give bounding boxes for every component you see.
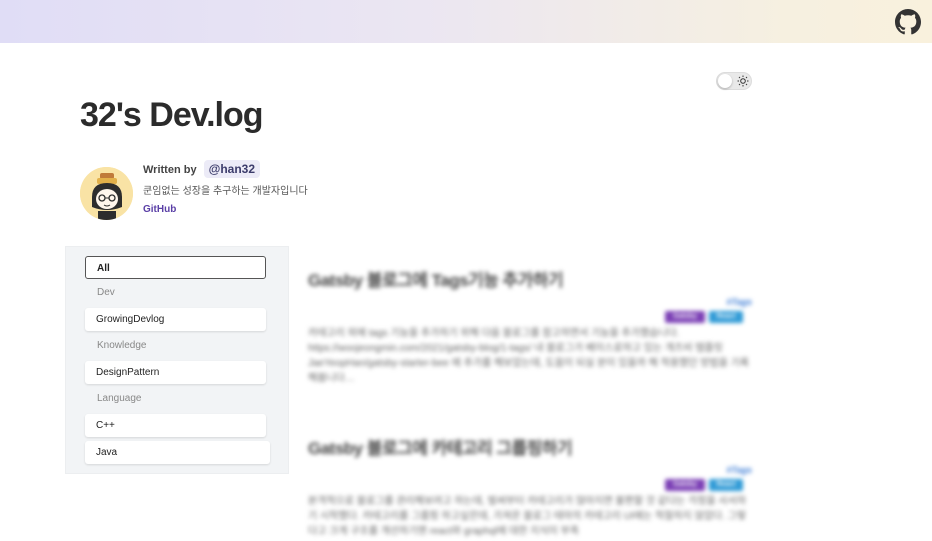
- toggle-knob: [718, 74, 732, 88]
- post-excerpt: 본격적으로 블로그를 관리해보려고 하는데, 벌써부터 카테고리가 많아지면 불…: [308, 496, 747, 537]
- category-group-language: Language: [97, 393, 142, 404]
- github-icon[interactable]: [895, 9, 921, 35]
- post-tags-label: #Tags: [726, 465, 752, 475]
- post-tags-label: #Tags: [726, 297, 752, 307]
- avatar: [80, 167, 133, 220]
- post-excerpt: 카테고리 외에 tags 기능을 추가하기 위해 다음 블로그를 참고하면서 기…: [308, 328, 749, 384]
- author-handle[interactable]: @han32: [203, 160, 261, 178]
- top-banner: [0, 0, 932, 43]
- post-card[interactable]: Gatsby 블로그에 카테고리 그룹핑하기 #Tags Gatsby Reac…: [308, 434, 752, 541]
- post-title[interactable]: Gatsby 블로그에 카테고리 그룹핑하기: [308, 434, 752, 459]
- theme-toggle[interactable]: [716, 72, 752, 90]
- tag-gatsby[interactable]: Gatsby: [665, 311, 705, 323]
- category-group-knowledge: Knowledge: [97, 340, 147, 351]
- post-card[interactable]: Gatsby 블로그에 Tags기능 추가하기 #Tags Gatsby Rea…: [308, 266, 752, 396]
- tag-react[interactable]: React: [709, 479, 743, 491]
- github-link[interactable]: GitHub: [143, 204, 176, 215]
- post-title[interactable]: Gatsby 블로그에 Tags기능 추가하기: [308, 266, 752, 291]
- category-designpattern-button[interactable]: DesignPattern: [85, 361, 266, 384]
- author-line: Written by @han32: [143, 160, 261, 178]
- category-sidebar: All Dev GrowingDevlog Knowledge DesignPa…: [65, 246, 289, 474]
- category-group-dev: Dev: [97, 287, 115, 298]
- written-by-label: Written by: [143, 164, 197, 176]
- category-growingdevlog-button[interactable]: GrowingDevlog: [85, 308, 266, 331]
- blog-title[interactable]: 32's Dev.log: [80, 96, 264, 135]
- author-bio: 쿤임없는 성장을 추구하는 개발자입니다: [143, 186, 308, 197]
- tag-react[interactable]: React: [709, 311, 743, 323]
- category-java-button[interactable]: Java: [85, 441, 270, 464]
- tag-gatsby[interactable]: Gatsby: [665, 479, 705, 491]
- category-cpp-button[interactable]: C++: [85, 414, 266, 437]
- sun-icon: [737, 75, 749, 87]
- category-all-button[interactable]: All: [85, 256, 266, 279]
